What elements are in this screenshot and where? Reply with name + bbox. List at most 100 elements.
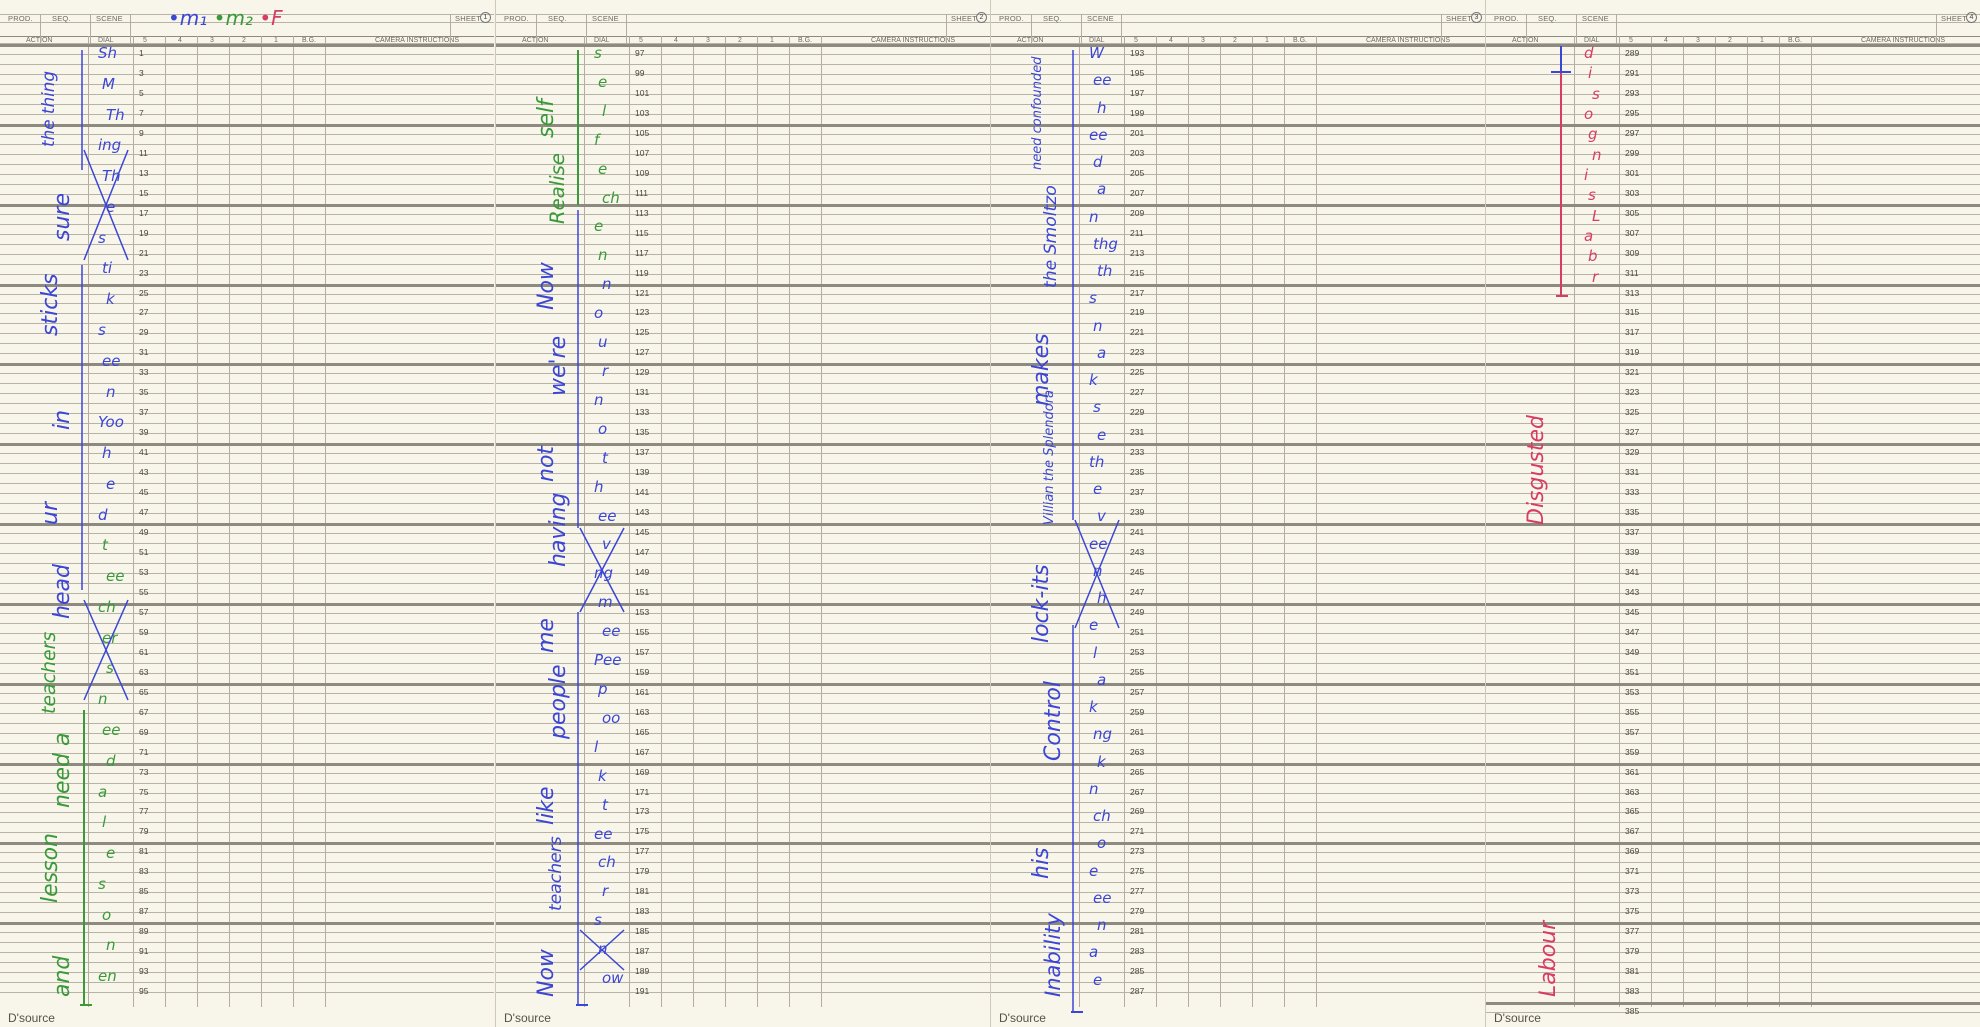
frame-subrow-rule (991, 353, 1485, 355)
frame-number: 27 (139, 307, 149, 318)
frame-subrow-rule (1486, 572, 1980, 574)
exposure-sheet: PROD. SEQ. SCENE SHEET 4 ACTION DIAL 5 4 3 2 1 B.G. C… (1485, 0, 1980, 1027)
column-3-header: 3 (1696, 37, 1700, 44)
header-divider (536, 14, 537, 44)
sheet-label: SHEET (1941, 14, 1968, 23)
frame-subrow-rule (1486, 313, 1980, 315)
frame-number: 313 (1625, 287, 1640, 298)
frame-row-rule (991, 942, 1485, 944)
frame-subrow-rule (496, 433, 990, 435)
frame-number: 325 (1625, 407, 1640, 418)
source-label: D'source (8, 1011, 55, 1025)
frame-row-rule (991, 802, 1485, 804)
frame-row-rule (991, 143, 1485, 145)
frame-number: 257 (1130, 686, 1145, 697)
column-divider (1156, 36, 1157, 1007)
frame-number: 33 (139, 367, 149, 378)
frame-number: 229 (1130, 407, 1145, 418)
frame-row-rule (496, 842, 990, 846)
frame-number: 263 (1130, 746, 1145, 757)
frame-number: 19 (139, 227, 149, 238)
frame-subrow-rule (991, 73, 1485, 75)
frame-row-rule (991, 862, 1485, 864)
frame-number: 279 (1130, 906, 1145, 917)
frame-row-rule (0, 523, 494, 527)
frame-row-rule (0, 303, 494, 305)
action-handwriting: Realise (546, 152, 569, 224)
frame-number: 231 (1130, 427, 1145, 438)
frame-number: 5 (139, 87, 144, 98)
frame-subrow-rule (991, 972, 1485, 974)
frame-row-rule (991, 662, 1485, 664)
frame-subrow-rule (0, 393, 494, 395)
frame-number: 195 (1130, 67, 1145, 78)
frame-subrow-rule (991, 832, 1485, 834)
frame-number: 373 (1625, 886, 1640, 897)
frame-row-rule (496, 802, 990, 804)
dialogue-handwriting: o (598, 419, 608, 438)
dialogue-handwriting: thg (1093, 234, 1118, 253)
dialogue-handwriting: en (98, 967, 117, 986)
frame-row-rule (496, 183, 990, 185)
dialogue-handwriting: r (1592, 267, 1599, 286)
dial-column-header: DIAL (1584, 37, 1600, 44)
dialogue-handwriting: e (1093, 970, 1103, 989)
frame-number: 211 (1130, 227, 1144, 238)
dialogue-handwriting: ee (598, 506, 617, 525)
dialogue-handwriting: n (106, 936, 116, 955)
frame-number: 93 (139, 966, 149, 977)
frame-number: 227 (1130, 387, 1145, 398)
dialogue-handwriting: e (1093, 480, 1103, 499)
frame-subrow-rule (496, 872, 990, 874)
frame-subrow-rule (0, 533, 494, 535)
action-handwriting: his (1029, 847, 1054, 879)
frame-subrow-rule (1486, 513, 1980, 515)
frame-row-rule (496, 263, 990, 265)
frame-number: 185 (635, 926, 650, 937)
frame-number: 129 (635, 367, 650, 378)
frame-number: 139 (635, 467, 650, 478)
frame-row-rule (1486, 423, 1980, 425)
dialogue-handwriting: L (1592, 206, 1601, 225)
frame-subrow-rule (991, 273, 1485, 275)
frame-row-rule (496, 443, 990, 447)
dialogue-handwriting: a (1584, 227, 1594, 245)
frame-row-rule (496, 63, 990, 65)
frame-number: 339 (1625, 547, 1640, 557)
frame-row-rule (991, 902, 1485, 904)
frame-subrow-rule (1486, 233, 1980, 235)
frame-subrow-rule (1486, 333, 1980, 335)
frame-number: 355 (1625, 706, 1640, 717)
frame-number: 153 (635, 606, 650, 617)
frame-number: 171 (635, 786, 650, 797)
frame-subrow-rule (0, 552, 494, 554)
source-label: D'source (504, 1011, 551, 1025)
sheet-label: SHEET (951, 14, 978, 23)
frame-subrow-rule (496, 93, 990, 95)
frame-number: 369 (1625, 846, 1640, 857)
frame-subrow-rule (1486, 792, 1980, 794)
frame-subrow-rule (1486, 373, 1980, 375)
frame-number: 359 (1625, 746, 1640, 757)
frame-number: 301 (1625, 167, 1640, 178)
frame-number: 31 (139, 347, 149, 358)
frame-subrow-rule (0, 952, 494, 954)
frame-number: 303 (1625, 187, 1640, 198)
dialogue-handwriting: e (598, 72, 608, 91)
frame-number: 21 (139, 247, 149, 258)
dialogue-handwriting: n (594, 390, 604, 409)
dialogue-handwriting: ng (1093, 725, 1113, 744)
frame-number: 331 (1625, 467, 1640, 478)
frame-row-rule (0, 702, 494, 704)
dialogue-handwriting: o (1584, 105, 1594, 123)
frame-row-rule (1486, 323, 1980, 325)
frame-number: 105 (635, 127, 650, 138)
dialogue-handwriting: n (598, 940, 608, 959)
dialogue-handwriting: s (1588, 186, 1596, 205)
frame-subrow-rule (991, 473, 1485, 475)
frame-number: 115 (635, 227, 649, 238)
action-handwriting: Now (534, 949, 559, 997)
frame-subrow-rule (991, 912, 1485, 914)
action-handwriting: the Smoltzo (1041, 185, 1061, 289)
frame-row-rule (1486, 862, 1980, 864)
